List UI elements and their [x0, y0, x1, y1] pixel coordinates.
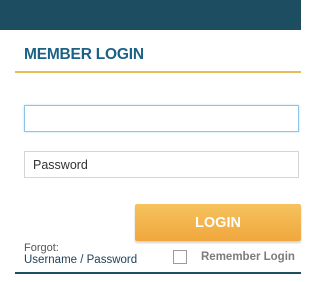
- panel-title: MEMBER LOGIN: [24, 46, 144, 63]
- header-bar: [0, 0, 301, 30]
- password-input[interactable]: [24, 151, 299, 178]
- login-button[interactable]: LOGIN: [135, 204, 301, 241]
- username-input[interactable]: [24, 105, 299, 132]
- remember-login-checkbox[interactable]: [173, 250, 187, 264]
- footer-divider: [15, 272, 301, 274]
- remember-login-toggle[interactable]: Remember Login: [173, 249, 295, 265]
- forgot-credentials-link[interactable]: Username / Password: [24, 254, 137, 266]
- member-login-panel: MEMBER LOGIN LOGIN Forgot: Username / Pa…: [15, 30, 301, 282]
- title-divider: [15, 71, 301, 73]
- forgot-label: Forgot:: [24, 242, 59, 254]
- remember-login-label: Remember Login: [201, 251, 295, 263]
